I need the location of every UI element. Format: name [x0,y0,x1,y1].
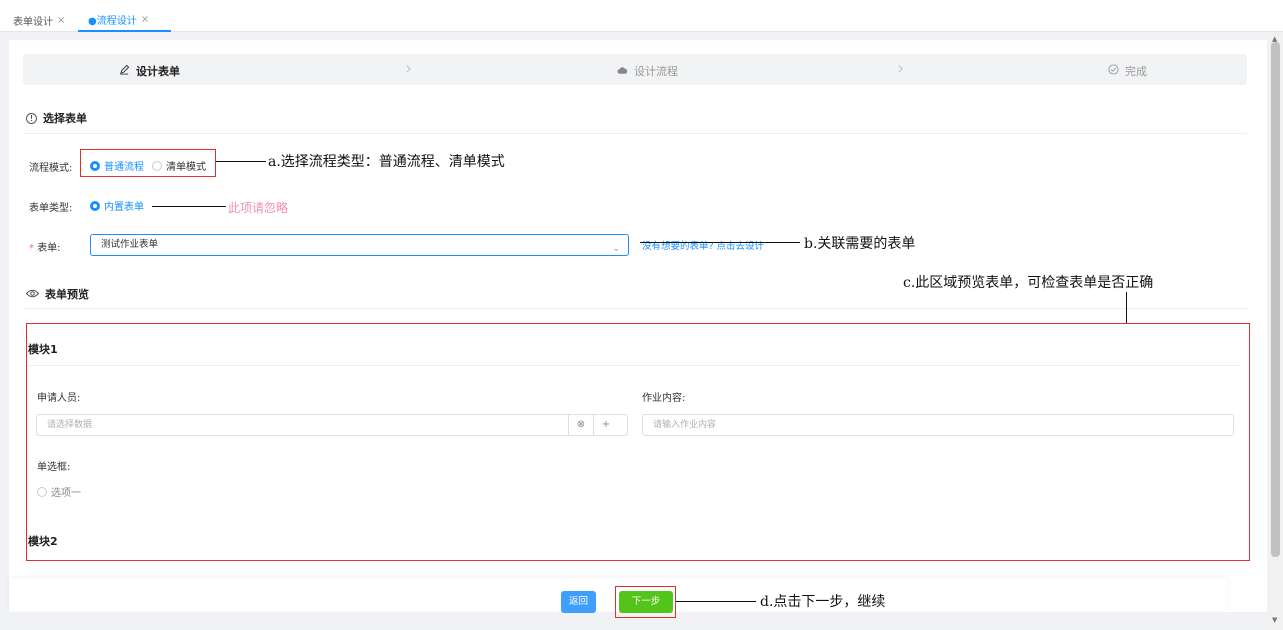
close-icon[interactable]: × [57,15,65,26]
required-mark: * [29,243,34,254]
scrollbar[interactable]: ▲ ▼ [1268,32,1283,630]
design-form-link[interactable]: 没有想要的表单? 点击去设计 [642,238,764,252]
scroll-down-icon[interactable]: ▼ [1272,616,1277,624]
annotation-d: d.点击下一步，继续 [760,594,886,610]
chevron-down-icon[interactable]: ⌄ [612,239,620,259]
annotation-b: b.关联需要的表单 [804,236,916,252]
step-design-form: 设计表单 [119,63,180,79]
chevron-right-icon: › [405,58,413,79]
annotation-box-next [615,586,676,618]
pencil-icon [119,64,130,78]
tab-form-design[interactable]: 表单设计 × [13,8,65,32]
chevron-right-icon: › [897,58,905,79]
annotation-box-preview [26,323,1250,561]
section-form-preview: 表单预览 [25,286,89,302]
cloud-icon [617,65,628,78]
form-type-label: 表单类型: [29,203,73,214]
form-type-radio-group: 内置表单 [90,198,144,214]
section-title: 表单预览 [45,288,89,301]
divider [23,308,1247,309]
annotation-c: c.此区域预览表单，可检查表单是否正确 [903,275,1154,291]
annotation-line [152,206,226,207]
section-title: 选择表单 [43,112,87,125]
radio-label: 内置表单 [104,202,144,213]
back-button[interactable]: 返回 [561,591,596,613]
tab-flow-design[interactable]: ●流程设计 × [78,8,171,32]
annotation-a: a.选择流程类型：普通流程、清单模式 [268,154,505,170]
annotation-ignore: 此项请忽略 [228,201,289,215]
form-label-text: 表单: [37,243,61,254]
radio-builtin-form[interactable]: 内置表单 [90,198,144,213]
step-label: 完成 [1125,65,1147,78]
tab-label: 表单设计 [13,16,53,28]
annotation-line [640,242,800,243]
tab-label: ●流程设计 [88,15,137,27]
step-bar: 设计表单 › 设计流程 › 完成 [23,54,1247,85]
check-circle-icon [1108,64,1119,78]
section-select-form: ! 选择表单 [26,110,87,126]
step-design-flow: 设计流程 [617,63,678,79]
annotation-box-flow-mode [80,149,216,177]
annotation-line [1126,292,1127,323]
info-icon: ! [26,112,37,124]
eye-icon [25,288,40,301]
scrollbar-thumb[interactable] [1271,42,1280,557]
step-complete: 完成 [1108,63,1147,79]
flow-mode-label: 流程模式: [29,163,73,174]
radio-selected-icon [90,200,100,211]
annotation-line [676,601,756,602]
tab-bar: 表单设计 × ●流程设计 × [0,0,1283,32]
close-icon[interactable]: × [141,14,149,25]
divider [23,133,1247,134]
form-select-value: 测试作业表单 [101,239,159,250]
form-select[interactable]: 测试作业表单 ⌄ [90,234,629,256]
step-label: 设计流程 [634,65,678,78]
step-label: 设计表单 [136,65,180,78]
form-label: * 表单: [29,239,61,254]
annotation-line [216,161,266,162]
